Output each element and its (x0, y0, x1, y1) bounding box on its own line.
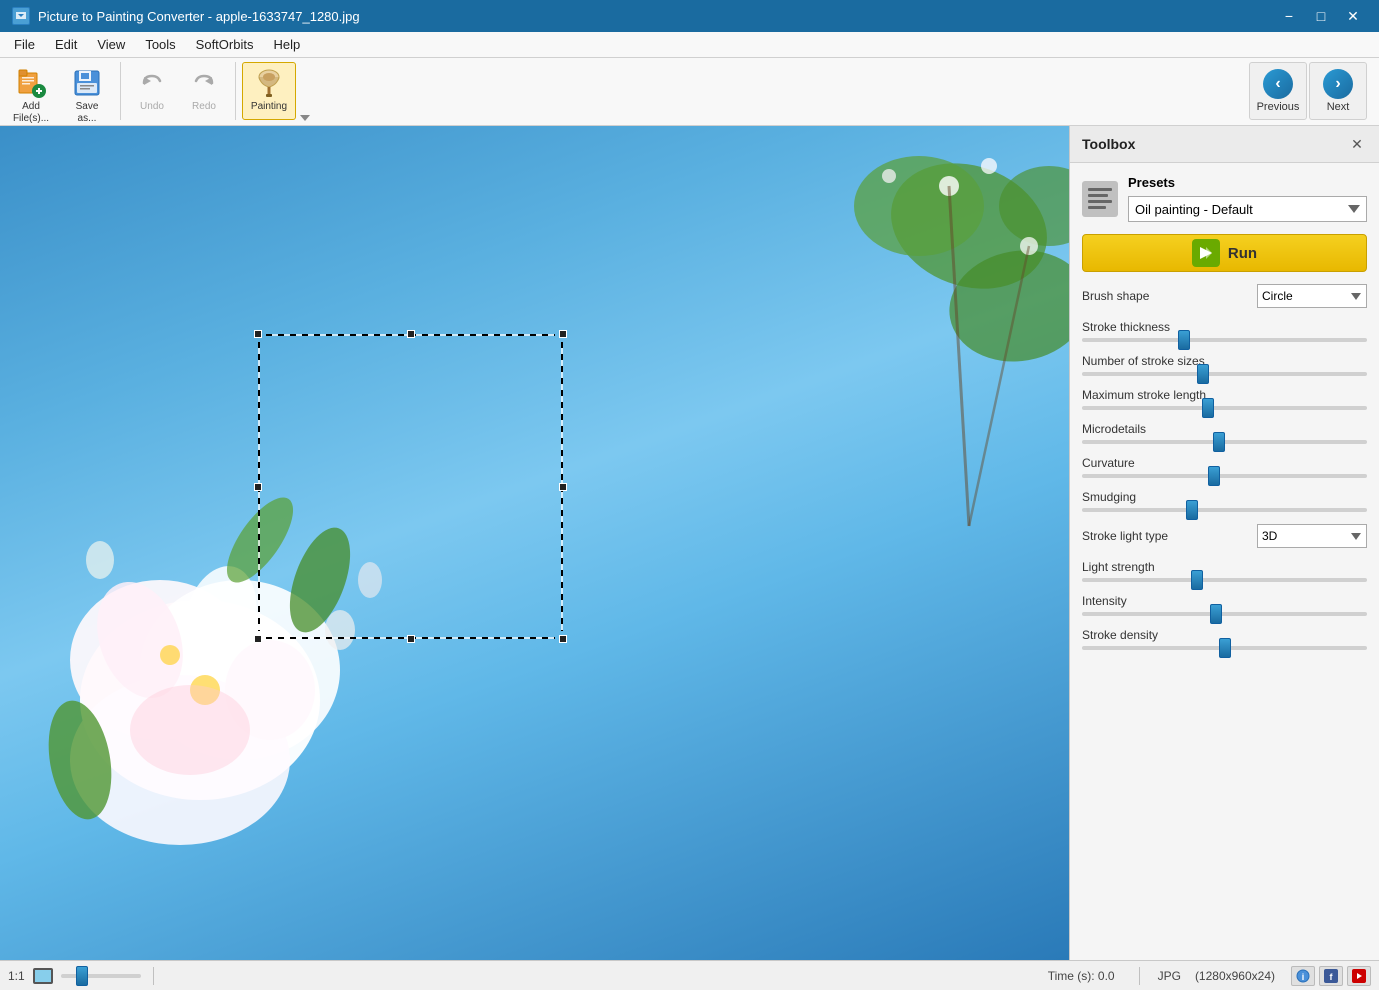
toolbox-close-button[interactable]: ✕ (1347, 134, 1367, 154)
save-as-button[interactable]: Saveas... (60, 62, 114, 120)
zoom-level: 1:1 (8, 969, 25, 983)
screen-icon (33, 968, 53, 984)
nav-buttons: ‹ Previous › Next (1249, 62, 1375, 120)
painting-button[interactable]: Painting (242, 62, 296, 120)
redo-button[interactable]: Redo (179, 62, 229, 120)
brush-shape-select[interactable]: Circle Square Diamond (1257, 284, 1367, 308)
next-button[interactable]: › Next (1309, 62, 1367, 120)
stroke-thickness-row: Stroke thickness (1082, 320, 1367, 342)
menu-help[interactable]: Help (263, 34, 310, 56)
menu-file[interactable]: File (4, 34, 45, 56)
microdetails-row: Microdetails (1082, 422, 1367, 444)
file-dimensions: (1280x960x24) (1195, 969, 1275, 983)
presets-icon (1082, 181, 1118, 217)
main-area: Toolbox ✕ Presets Oil painting - De (0, 126, 1379, 960)
app-icon (12, 7, 30, 25)
toolbar: AddFile(s)... Saveas... (0, 58, 1379, 126)
stroke-thickness-slider[interactable] (1082, 338, 1367, 342)
menu-edit[interactable]: Edit (45, 34, 87, 56)
status-icons: i f (1291, 966, 1371, 986)
intensity-slider[interactable] (1082, 612, 1367, 616)
menu-view[interactable]: View (87, 34, 135, 56)
curvature-row: Curvature (1082, 456, 1367, 478)
microdetails-slider[interactable] (1082, 440, 1367, 444)
stroke-light-type-label: Stroke light type (1082, 529, 1249, 543)
canvas-area[interactable] (0, 126, 1069, 960)
presets-label: Presets (1128, 175, 1367, 190)
next-label: Next (1327, 101, 1350, 113)
curvature-slider[interactable] (1082, 474, 1367, 478)
window-controls[interactable]: − □ ✕ (1275, 5, 1367, 27)
stroke-light-type-select[interactable]: 3D Flat Emboss (1257, 524, 1367, 548)
toolbox-header: Toolbox ✕ (1070, 126, 1379, 163)
close-button[interactable]: ✕ (1339, 5, 1367, 27)
painting-icon (253, 67, 285, 99)
previous-icon: ‹ (1263, 69, 1293, 99)
stroke-sizes-slider[interactable] (1082, 372, 1367, 376)
save-as-label: Saveas... (76, 101, 99, 125)
minimize-button[interactable]: − (1275, 5, 1303, 27)
title-bar: Picture to Painting Converter - apple-16… (0, 0, 1379, 32)
previous-button[interactable]: ‹ Previous (1249, 62, 1307, 120)
zoom-control: 1:1 (8, 968, 141, 984)
zoom-slider[interactable] (61, 974, 141, 978)
undo-label: Undo (140, 101, 164, 112)
youtube-button[interactable] (1347, 966, 1371, 986)
presets-section: Presets Oil painting - Default Watercolo… (1082, 175, 1367, 222)
painting-label: Painting (251, 101, 287, 112)
save-as-icon (71, 67, 103, 99)
undo-icon (136, 67, 168, 99)
add-files-button[interactable]: AddFile(s)... (4, 62, 58, 120)
redo-label: Redo (192, 101, 216, 112)
smudging-slider[interactable] (1082, 508, 1367, 512)
next-icon: › (1323, 69, 1353, 99)
add-files-icon (15, 67, 47, 99)
facebook-button[interactable]: f (1319, 966, 1343, 986)
menu-softorbits[interactable]: SoftOrbits (186, 34, 264, 56)
menu-tools[interactable]: Tools (135, 34, 185, 56)
light-strength-row: Light strength (1082, 560, 1367, 582)
window-title: Picture to Painting Converter - apple-16… (38, 9, 360, 24)
presets-select[interactable]: Oil painting - Default Watercolor Pencil… (1128, 196, 1367, 222)
info-button[interactable]: i (1291, 966, 1315, 986)
file-format: JPG (1158, 969, 1181, 983)
maximize-button[interactable]: □ (1307, 5, 1335, 27)
max-stroke-length-row: Maximum stroke length (1082, 388, 1367, 410)
status-divider-1 (153, 967, 154, 985)
run-icon (1192, 239, 1220, 267)
undo-button[interactable]: Undo (127, 62, 177, 120)
run-button[interactable]: Run (1082, 234, 1367, 272)
stroke-light-type-row: Stroke light type 3D Flat Emboss (1082, 524, 1367, 548)
toolbox-panel: Toolbox ✕ Presets Oil painting - De (1069, 126, 1379, 960)
menu-bar: File Edit View Tools SoftOrbits Help (0, 32, 1379, 58)
toolbox-title: Toolbox (1082, 136, 1135, 152)
stroke-density-slider[interactable] (1082, 646, 1367, 650)
stroke-sizes-row: Number of stroke sizes (1082, 354, 1367, 376)
light-strength-slider[interactable] (1082, 578, 1367, 582)
brush-shape-label: Brush shape (1082, 289, 1249, 303)
add-files-label: AddFile(s)... (13, 101, 49, 125)
smudging-row: Smudging (1082, 490, 1367, 512)
intensity-row: Intensity (1082, 594, 1367, 616)
status-divider-2 (1139, 967, 1140, 985)
previous-label: Previous (1257, 101, 1300, 113)
svg-text:i: i (1302, 972, 1305, 982)
status-bar: 1:1 Time (s): 0.0 JPG (1280x960x24) i f (0, 960, 1379, 990)
time-display: Time (s): 0.0 (1048, 969, 1115, 983)
max-stroke-length-slider[interactable] (1082, 406, 1367, 410)
run-label: Run (1228, 245, 1257, 262)
redo-icon (188, 67, 220, 99)
stroke-density-row: Stroke density (1082, 628, 1367, 650)
brush-shape-row: Brush shape Circle Square Diamond (1082, 284, 1367, 308)
